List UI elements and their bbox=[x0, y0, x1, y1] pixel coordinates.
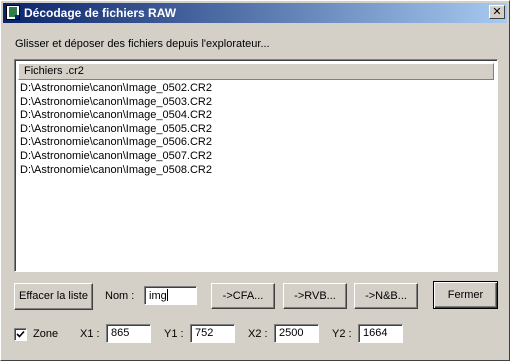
x2-value: 2500 bbox=[279, 327, 304, 339]
list-item[interactable]: D:\Astronomie\canon\Image_0506.CR2 bbox=[20, 136, 212, 150]
x2-field[interactable]: 2500 bbox=[274, 324, 319, 343]
zone-label: Zone bbox=[33, 328, 59, 340]
name-field-value: img bbox=[149, 290, 167, 302]
list-item[interactable]: D:\Astronomie\canon\Image_0507.CR2 bbox=[20, 150, 212, 164]
y2-label: Y2 : bbox=[332, 328, 352, 340]
x1-field[interactable]: 865 bbox=[106, 324, 151, 343]
list-item[interactable]: D:\Astronomie\canon\Image_0505.CR2 bbox=[20, 123, 212, 137]
y1-value: 752 bbox=[195, 327, 214, 339]
name-field[interactable]: img bbox=[144, 286, 197, 305]
to-cfa-button[interactable]: ->CFA... bbox=[211, 283, 275, 309]
name-label: Nom : bbox=[105, 290, 135, 302]
file-list-header[interactable]: Fichiers .cr2 bbox=[18, 63, 494, 80]
check-icon bbox=[16, 330, 25, 338]
drag-drop-instruction: Glisser et déposer des fichiers depuis l… bbox=[15, 38, 270, 50]
to-rvb-button[interactable]: ->RVB... bbox=[283, 283, 347, 309]
app-icon bbox=[6, 5, 20, 20]
raw-decoding-dialog: Décodage de fichiers RAW ✕ Glisser et dé… bbox=[0, 0, 510, 361]
y1-field[interactable]: 752 bbox=[190, 324, 235, 343]
x1-label: X1 : bbox=[80, 328, 100, 340]
file-list[interactable]: Fichiers .cr2 D:\Astronomie\canon\Image_… bbox=[14, 59, 498, 272]
to-nb-button[interactable]: ->N&B... bbox=[354, 283, 418, 309]
x2-label: X2 : bbox=[248, 328, 268, 340]
list-item[interactable]: D:\Astronomie\canon\Image_0503.CR2 bbox=[20, 96, 212, 110]
window-title: Décodage de fichiers RAW bbox=[24, 6, 177, 20]
close-button[interactable]: Fermer bbox=[433, 281, 498, 309]
list-item[interactable]: D:\Astronomie\canon\Image_0508.CR2 bbox=[20, 164, 212, 178]
close-icon[interactable]: ✕ bbox=[489, 5, 505, 19]
y1-label: Y1 : bbox=[164, 328, 184, 340]
y2-value: 1664 bbox=[363, 327, 388, 339]
list-item[interactable]: D:\Astronomie\canon\Image_0502.CR2 bbox=[20, 82, 212, 96]
title-bar[interactable]: Décodage de fichiers RAW ✕ bbox=[3, 3, 507, 23]
y2-field[interactable]: 1664 bbox=[358, 324, 403, 343]
x1-value: 865 bbox=[111, 327, 130, 339]
file-list-rows: D:\Astronomie\canon\Image_0502.CR2 D:\Ast… bbox=[20, 82, 212, 177]
clear-list-button[interactable]: Effacer la liste bbox=[14, 283, 93, 310]
list-item[interactable]: D:\Astronomie\canon\Image_0504.CR2 bbox=[20, 109, 212, 123]
zone-checkbox[interactable] bbox=[14, 328, 27, 341]
